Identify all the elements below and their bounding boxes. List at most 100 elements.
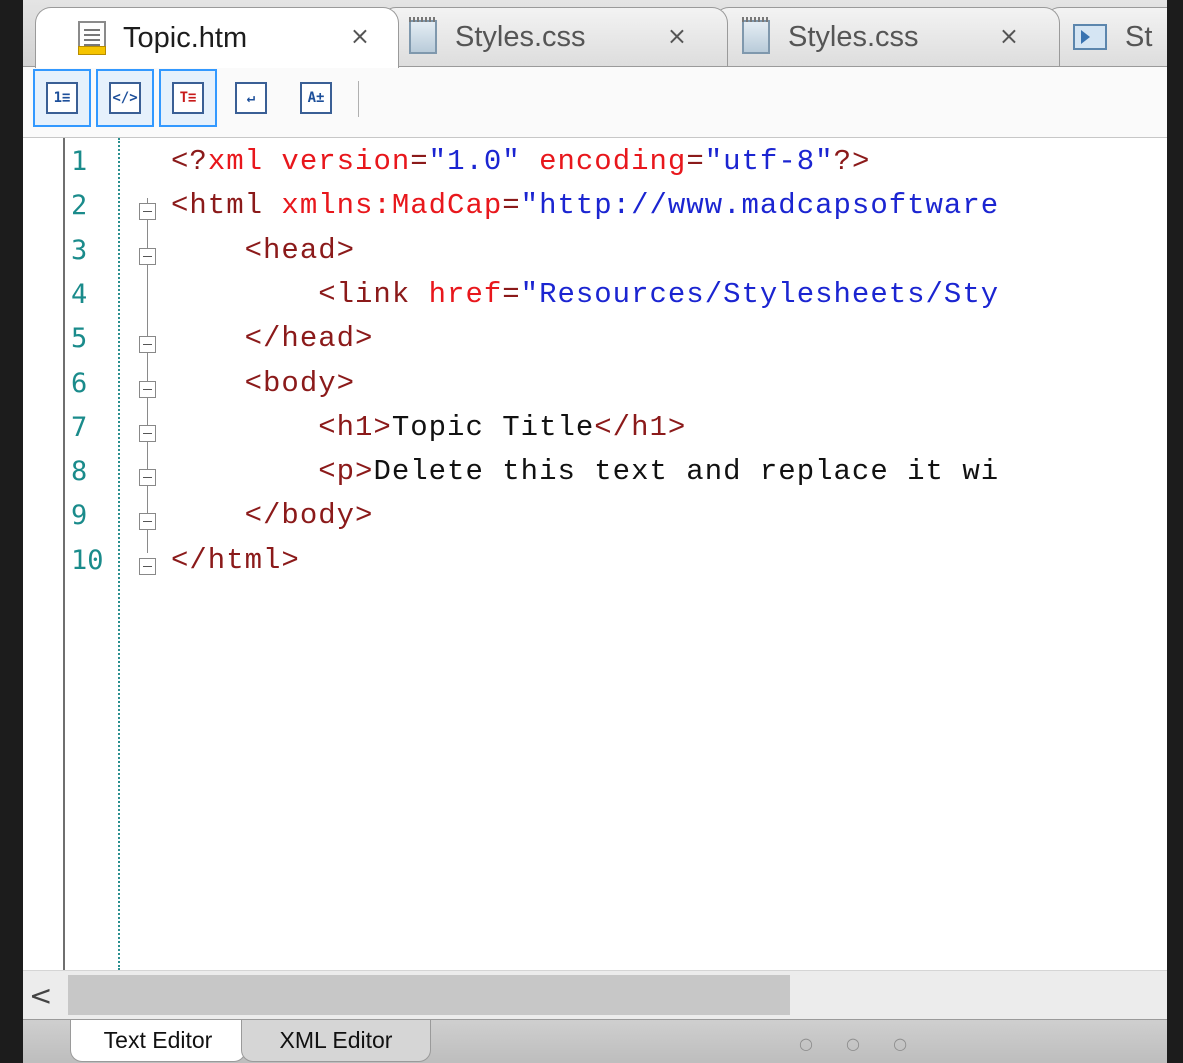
tab-topic-htm[interactable]: Topic.htm × [35,7,399,68]
code-text: </head> [171,322,373,355]
code-tag-icon: </> [109,82,141,114]
code-token: <? [171,145,208,178]
code-text: <head> [171,234,355,267]
tab-skin[interactable]: St [1044,7,1167,66]
code-line[interactable]: 9 </body> [23,496,1167,540]
close-icon[interactable]: × [350,22,370,50]
code-token: = [686,145,705,178]
horizontal-scrollbar[interactable]: < [23,970,1167,1019]
tab-styles-css-1[interactable]: Styles.css × [380,7,728,66]
line-number: 9 [71,500,88,532]
code-text: </html> [171,544,300,577]
close-icon[interactable]: × [999,22,1019,50]
scrollbar-thumb[interactable] [68,975,790,1015]
code-token: Delete this text and replace it wi [373,455,1000,489]
line-number: 2 [71,190,88,222]
tab-label: Styles.css [788,20,919,53]
code-token: <link [171,277,429,311]
code-line[interactable]: 3 <head> [23,231,1167,275]
document-icon [78,21,106,55]
code-token: </h1> [594,410,687,444]
font-size-icon: A± [300,82,332,114]
tab-styles-css-2[interactable]: Styles.css × [713,7,1060,66]
code-line[interactable]: 7 <h1>Topic Title</h1> [23,408,1167,452]
editor-toolbar: 1≡ </> T≡ ↵ A± [23,67,1167,138]
stylesheet-icon [742,17,770,54]
word-wrap-button[interactable]: ↵ [222,69,280,127]
line-number: 4 [71,278,88,310]
code-line[interactable]: 10 </html> [23,541,1167,585]
code-token: encoding [520,145,687,178]
scroll-left-icon[interactable]: < [29,979,52,1012]
line-number: 3 [71,234,88,266]
collapse-icon[interactable] [139,469,156,487]
code-text: <link href="Resources/Stylesheets/Sty [171,278,999,311]
code-line[interactable]: 5 </head> [23,319,1167,363]
code-token: ?> [833,145,871,178]
tab-text-editor[interactable]: Text Editor [70,1020,246,1062]
line-numbers-icon: 1≡ [46,82,78,114]
editor-mode-tabs: Text Editor XML Editor ○ ○ ○ [23,1019,1167,1063]
code-token: xml [207,145,264,178]
stylesheet-icon [409,17,437,54]
code-token: <html [171,189,282,223]
code-line[interactable]: 8 <p>Delete this text and replace it wi [23,452,1167,496]
outline-button[interactable]: T≡ [159,69,217,127]
code-token: xmlns:MadCap [281,189,503,223]
line-number: 10 [71,544,104,576]
code-token: "1.0" [428,145,521,178]
code-token: "http://www.madcapsoftware [520,189,1000,223]
close-icon[interactable]: × [667,22,687,50]
line-number: 8 [71,456,88,488]
code-token: "utf-8" [704,145,834,178]
line-number: 6 [71,367,88,399]
code-text: <body> [171,367,355,400]
code-token: <p> [171,455,374,489]
code-token: <head> [171,233,356,267]
tab-xml-editor[interactable]: XML Editor [241,1020,431,1062]
code-text: </body> [171,499,373,532]
code-line[interactable]: 6 <body> [23,364,1167,408]
collapse-icon[interactable] [139,380,156,398]
skin-icon [1073,24,1107,50]
collapse-icon[interactable] [139,203,156,221]
line-numbers-button[interactable]: 1≡ [33,69,91,127]
collapse-icon[interactable] [139,424,156,442]
line-number: 1 [71,146,88,177]
outline-icon: T≡ [172,82,204,114]
collapse-icon[interactable] [139,557,156,575]
code-token: version [263,145,411,178]
font-size-button[interactable]: A± [287,69,345,127]
code-line[interactable]: 4 <link href="Resources/Stylesheets/Sty [23,275,1167,319]
line-number: 7 [71,411,88,443]
pager-dots: ○ ○ ○ [799,1034,922,1053]
code-token: "Resources/Stylesheets/Sty [520,277,1000,311]
code-token: = [502,277,521,311]
code-token: </head> [171,322,374,356]
code-token: Topic Title [391,410,595,444]
code-token: </body> [171,499,374,533]
tag-view-button[interactable]: </> [96,69,154,127]
code-line[interactable]: 2 <html xmlns:MadCap="http://www.madcapso… [23,186,1167,230]
code-token: = [410,145,429,178]
word-wrap-icon: ↵ [235,82,267,114]
code-token: <body> [171,366,356,400]
code-token: </html> [171,543,300,577]
collapse-icon[interactable] [139,513,156,531]
tab-label: St [1125,20,1153,53]
line-number: 5 [71,323,88,355]
code-text: <?xml version="1.0" encoding="utf-8"?> [171,145,870,178]
code-line[interactable]: 1 <?xml version="1.0" encoding="utf-8"?> [23,142,1167,186]
toolbar-separator [358,81,359,117]
code-editor[interactable]: 1 <?xml version="1.0" encoding="utf-8"?> 2… [23,138,1167,970]
tab-label: Styles.css [455,20,586,53]
collapse-icon[interactable] [139,247,156,265]
collapse-icon[interactable] [139,336,156,354]
code-token: <h1> [171,410,392,444]
code-token: href [428,277,503,311]
document-tab-strip: St Styles.css × Styles.css × Topic.htm × [23,0,1167,68]
code-text: <p>Delete this text and replace it wi [171,455,999,488]
tab-label: Topic.htm [123,21,248,54]
code-token: = [502,189,521,223]
editor-window: St Styles.css × Styles.css × Topic.htm ×… [23,0,1167,1063]
